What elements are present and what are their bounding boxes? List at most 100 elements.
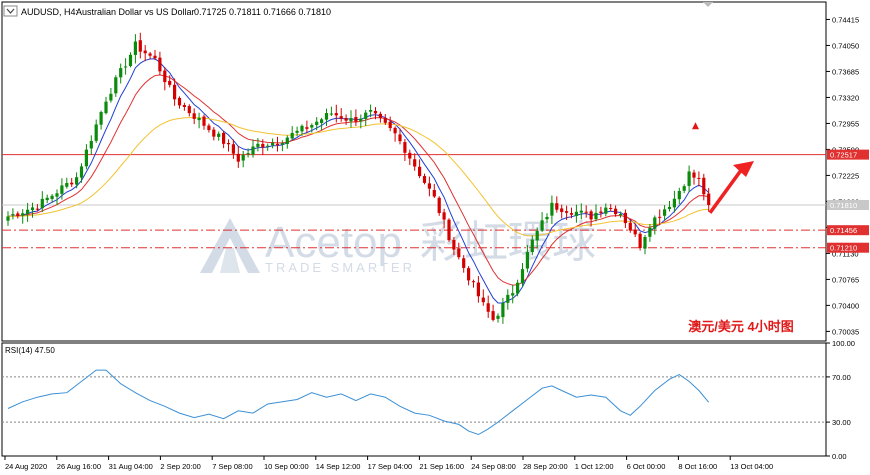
bear-candle bbox=[432, 190, 436, 197]
bear-candle bbox=[467, 268, 471, 281]
rsi-tick-label: 30.00 bbox=[832, 418, 851, 427]
rsi-tick-label: 0.00 bbox=[832, 452, 847, 461]
bear-candle bbox=[565, 211, 569, 213]
bull-candle bbox=[84, 149, 88, 167]
bear-candle bbox=[231, 144, 235, 154]
bull-candle bbox=[540, 220, 544, 231]
bull-candle bbox=[197, 117, 201, 121]
price-tag-label: 0.71810 bbox=[830, 201, 857, 210]
price-tick-label: 0.72225 bbox=[832, 171, 859, 180]
bear-candle bbox=[457, 248, 461, 258]
bull-candle bbox=[520, 269, 525, 284]
bear-candle bbox=[398, 134, 402, 142]
rsi-title: RSI(14) 47.50 bbox=[5, 346, 55, 355]
time-tick-label: 31 Aug 04:00 bbox=[109, 462, 153, 471]
bull-candle bbox=[295, 130, 299, 133]
bull-candle bbox=[11, 214, 15, 216]
bear-candle bbox=[422, 176, 427, 183]
bear-candle bbox=[207, 125, 211, 131]
bull-candle bbox=[496, 315, 500, 319]
bear-candle bbox=[305, 127, 309, 129]
header-name: Australian Dollar vs US Dollar bbox=[76, 7, 195, 17]
bull-candle bbox=[241, 154, 245, 161]
bear-candle bbox=[388, 121, 392, 129]
bull-candle bbox=[133, 41, 137, 55]
bull-candle bbox=[329, 113, 333, 115]
bear-candle bbox=[378, 113, 382, 118]
bull-candle bbox=[349, 118, 353, 122]
bull-candle bbox=[6, 216, 10, 221]
bear-candle bbox=[623, 212, 627, 224]
bull-candle bbox=[667, 206, 672, 210]
bull-candle bbox=[60, 185, 64, 194]
bull-candle bbox=[511, 293, 515, 296]
bear-candle bbox=[692, 172, 696, 178]
bear-candle bbox=[192, 113, 196, 119]
bear-candle bbox=[437, 197, 441, 214]
main-pane bbox=[1, 1, 827, 342]
time-axis: 24 Aug 2020 26 Aug 16:00 31 Aug 04:00 2 Sep… bbox=[4, 456, 773, 471]
bear-candle bbox=[275, 143, 280, 146]
bear-candle bbox=[153, 55, 157, 59]
header-ohlc: 0.71725 0.71811 0.71666 0.71810 bbox=[194, 7, 331, 17]
bull-candle bbox=[50, 195, 54, 200]
bull-candle bbox=[109, 93, 113, 101]
bull-candle bbox=[550, 202, 554, 216]
price-tick-label: 0.70765 bbox=[832, 275, 859, 284]
bear-candle bbox=[408, 152, 412, 159]
time-tick-label: 8 Oct 16:00 bbox=[678, 462, 717, 471]
bull-candle bbox=[280, 143, 284, 145]
bear-candle bbox=[609, 207, 613, 209]
bull-candle bbox=[128, 54, 133, 66]
chart-header: AUDUSD, H4: Australian Dollar vs US Doll… bbox=[3, 5, 331, 17]
bear-candle bbox=[143, 50, 147, 54]
bear-candle bbox=[226, 143, 231, 145]
time-tick-label: 24 Aug 2020 bbox=[5, 462, 47, 471]
bull-candle bbox=[618, 214, 623, 216]
bear-candle bbox=[589, 211, 593, 220]
bull-candle bbox=[530, 239, 534, 253]
bear-candle bbox=[339, 116, 343, 119]
bear-candle bbox=[707, 193, 711, 205]
bear-candle bbox=[403, 142, 407, 153]
bull-candle bbox=[65, 182, 69, 187]
bear-candle bbox=[383, 118, 387, 123]
bear-candle bbox=[442, 212, 446, 220]
bull-candle bbox=[604, 207, 608, 214]
rsi-tick-label: 70.00 bbox=[832, 373, 851, 382]
bear-candle bbox=[555, 203, 559, 210]
bear-candle bbox=[177, 97, 182, 106]
bear-candle bbox=[236, 153, 240, 162]
bear-candle bbox=[481, 297, 485, 303]
bull-candle bbox=[579, 210, 583, 213]
bull-candle bbox=[290, 132, 294, 139]
bear-candle bbox=[452, 240, 456, 250]
time-tick-label: 10 Sep 00:00 bbox=[264, 462, 309, 471]
bear-candle bbox=[35, 208, 39, 210]
price-tick-label: 0.74050 bbox=[832, 41, 859, 50]
bear-candle bbox=[182, 105, 186, 108]
header-symbol: AUDUSD, H4: bbox=[21, 7, 78, 17]
bear-candle bbox=[491, 311, 495, 320]
bear-candle bbox=[393, 127, 397, 134]
time-tick-label: 6 Oct 00:00 bbox=[627, 462, 666, 471]
header-chevron-icon[interactable] bbox=[3, 5, 18, 17]
bull-candle bbox=[114, 77, 118, 94]
bull-candle bbox=[251, 146, 255, 155]
chart-root: Acetop 彩虹環球 TRADE SMARTER AUDUSD, H4: Au… bbox=[1, 1, 869, 471]
bull-candle bbox=[535, 231, 539, 241]
time-tick-label: 26 Aug 16:00 bbox=[57, 462, 101, 471]
bull-candle bbox=[369, 110, 373, 112]
bear-candle bbox=[658, 216, 662, 218]
bull-candle bbox=[285, 137, 289, 145]
bull-candle bbox=[271, 142, 275, 146]
rsi-pane bbox=[1, 342, 827, 457]
time-tick-label: 24 Sep 08:00 bbox=[471, 462, 516, 471]
price-tick-label: 0.72955 bbox=[832, 119, 859, 128]
bear-candle bbox=[373, 110, 378, 114]
bull-candle bbox=[89, 140, 93, 149]
bear-candle bbox=[447, 219, 451, 241]
bull-candle bbox=[256, 143, 260, 147]
watermark-tagline: TRADE SMARTER bbox=[265, 260, 415, 275]
price-axis: 0.74415 0.74050 0.73685 0.73320 0.72955 0.725… bbox=[826, 15, 859, 336]
